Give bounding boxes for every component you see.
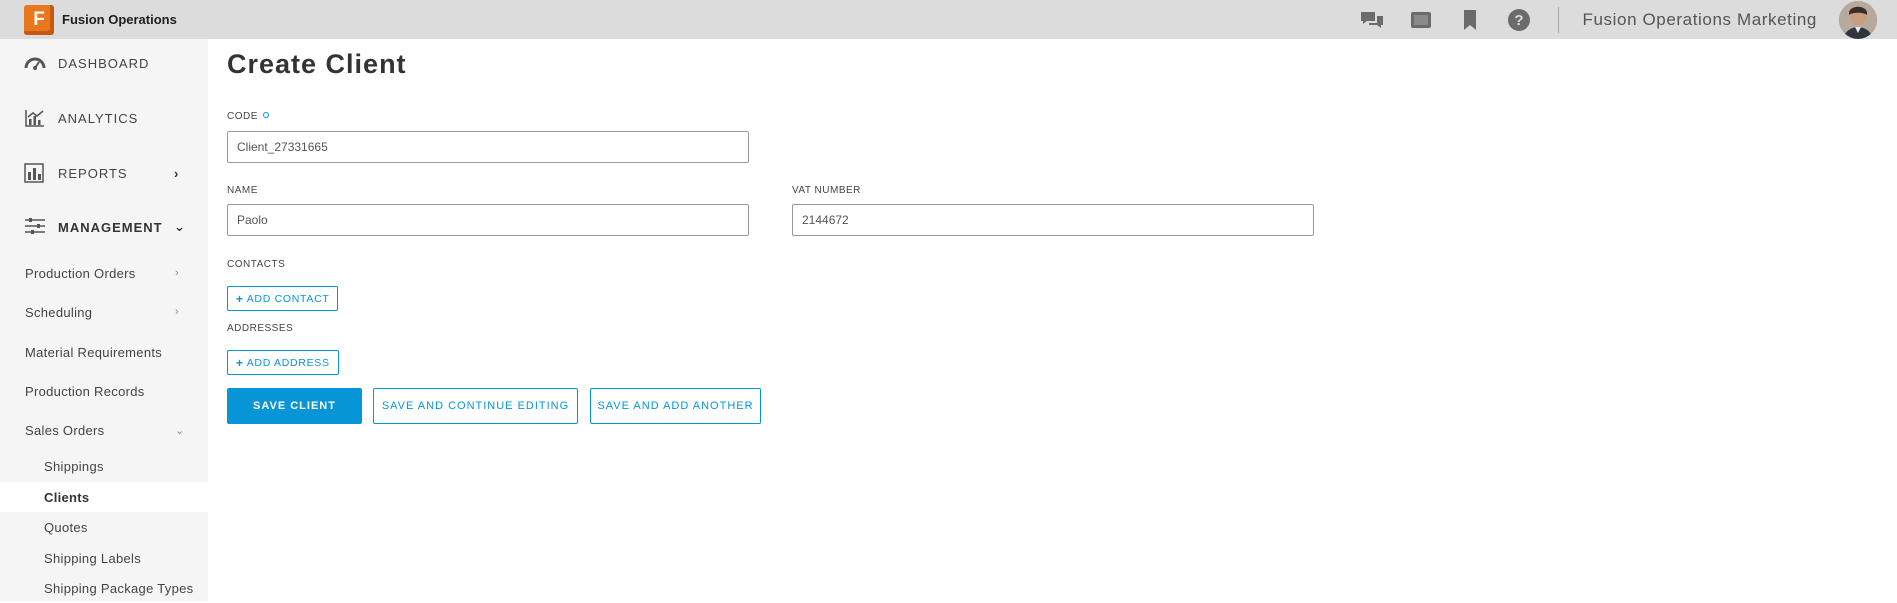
code-label: CODE xyxy=(227,111,269,122)
bookmark-icon[interactable] xyxy=(1457,7,1483,33)
code-input[interactable] xyxy=(227,131,749,163)
top-bar: F Fusion Operations ? Fusion Operations … xyxy=(0,0,1897,39)
sidebar-item-label: Shipping Labels xyxy=(44,550,142,566)
plus-icon: + xyxy=(236,291,244,306)
sidebar-item-label: Material Requirements xyxy=(25,344,163,360)
sidebar-item-label: Scheduling xyxy=(25,304,93,320)
top-right-actions: ? Fusion Operations Marketing xyxy=(1336,0,1897,39)
brand-logo: F xyxy=(24,4,54,35)
sidebar-item-shipping-package-types[interactable]: Shipping Package Types xyxy=(0,573,208,603)
sidebar-item-scheduling[interactable]: Scheduling › xyxy=(0,297,208,327)
avatar[interactable] xyxy=(1839,0,1877,39)
sidebar-item-label: Quotes xyxy=(44,519,88,535)
sidebar-item-sales-orders[interactable]: Sales Orders ⌄ xyxy=(0,415,208,445)
help-icon[interactable]: ? xyxy=(1506,7,1532,33)
sidebar-item-material-requirements[interactable]: Material Requirements xyxy=(0,337,208,367)
org-name[interactable]: Fusion Operations Marketing xyxy=(1583,10,1817,30)
sidebar-item-label: Sales Orders xyxy=(25,422,105,438)
chat-icon[interactable] xyxy=(1359,7,1385,33)
add-contact-button[interactable]: + ADD CONTACT xyxy=(227,286,339,311)
save-client-button[interactable]: SAVE CLIENT xyxy=(227,388,362,424)
sliders-icon xyxy=(24,217,46,237)
chevron-right-icon: › xyxy=(174,165,179,181)
sidebar-item-management[interactable]: MANAGEMENT ⌄ xyxy=(0,207,208,247)
sidebar-item-shipping-labels[interactable]: Shipping Labels xyxy=(0,543,208,573)
sidebar-item-label: Production Records xyxy=(25,383,145,399)
top-divider xyxy=(1557,6,1559,33)
sidebar-item-label: Shipping Package Types xyxy=(44,580,194,596)
sidebar-item-label: Shippings xyxy=(44,458,104,474)
sidebar-item-quotes[interactable]: Quotes xyxy=(0,512,208,542)
sidebar-item-label: Production Orders xyxy=(25,265,136,281)
name-label: NAME xyxy=(227,185,258,196)
sidebar-item-production-records[interactable]: Production Records xyxy=(0,376,208,406)
plus-icon: + xyxy=(236,355,244,370)
sidebar: DASHBOARD ANALYTICS REPORTS › MANAGEMENT… xyxy=(0,39,208,601)
save-and-continue-editing-button[interactable]: SAVE AND CONTINUE EDITING xyxy=(373,388,578,424)
sidebar-item-clients[interactable]: Clients xyxy=(0,482,208,512)
sidebar-item-label: ANALYTICS xyxy=(58,110,139,126)
svg-text:?: ? xyxy=(1514,12,1523,29)
contacts-label: CONTACTS xyxy=(227,259,286,270)
chevron-right-icon: › xyxy=(175,267,179,279)
tablet-icon[interactable] xyxy=(1408,7,1434,33)
main-content: Create Client CODE NAME VAT NUMBER CONTA… xyxy=(208,39,1897,601)
gauge-icon xyxy=(24,53,46,73)
sidebar-item-production-orders[interactable]: Production Orders › xyxy=(0,258,208,288)
chart-icon xyxy=(24,108,46,128)
chevron-right-icon: › xyxy=(175,306,179,318)
sidebar-item-label: REPORTS xyxy=(58,165,128,181)
report-icon xyxy=(24,163,46,183)
sidebar-item-analytics[interactable]: ANALYTICS xyxy=(0,98,208,138)
add-address-label: ADD ADDRESS xyxy=(246,356,330,369)
sidebar-item-shippings[interactable]: Shippings xyxy=(0,451,208,481)
sidebar-item-reports[interactable]: REPORTS › xyxy=(0,153,208,193)
addresses-label: ADDRESSES xyxy=(227,323,294,334)
chevron-down-icon: ⌄ xyxy=(175,424,185,437)
required-indicator-icon xyxy=(262,112,269,118)
name-input[interactable] xyxy=(227,204,749,236)
vat-number-label: VAT NUMBER xyxy=(792,185,861,196)
chevron-down-icon: ⌄ xyxy=(174,219,185,234)
code-label-text: CODE xyxy=(227,111,258,122)
sidebar-item-dashboard[interactable]: DASHBOARD xyxy=(0,43,208,83)
vat-number-input[interactable] xyxy=(792,204,1314,236)
add-address-button[interactable]: + ADD ADDRESS xyxy=(227,350,339,375)
save-and-add-another-button[interactable]: SAVE AND ADD ANOTHER xyxy=(590,388,761,424)
add-contact-label: ADD CONTACT xyxy=(246,292,330,305)
page-title: Create Client xyxy=(227,49,407,79)
brand-name: Fusion Operations xyxy=(62,12,177,27)
sidebar-item-label: Clients xyxy=(44,489,90,505)
brand[interactable]: F Fusion Operations xyxy=(24,4,177,35)
sidebar-item-label: DASHBOARD xyxy=(58,55,150,71)
sidebar-item-label: MANAGEMENT xyxy=(58,219,163,235)
